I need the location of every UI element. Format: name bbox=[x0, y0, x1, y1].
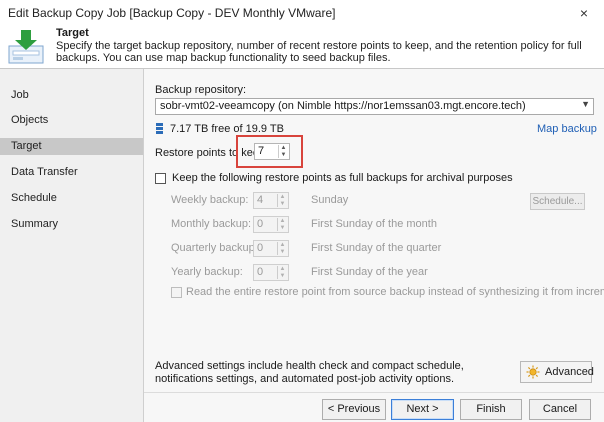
archival-checkbox[interactable] bbox=[155, 173, 166, 184]
quarterly-value: 0 bbox=[257, 242, 264, 254]
arrow-up-icon[interactable]: ▲ bbox=[279, 218, 286, 224]
quarterly-desc: First Sunday of the quarter bbox=[311, 242, 442, 254]
sun-gear-icon bbox=[526, 365, 540, 379]
wizard-header: Target Specify the target backup reposit… bbox=[0, 26, 604, 69]
page-title: Target bbox=[56, 27, 89, 39]
quarterly-label: Quarterly backup: bbox=[171, 242, 258, 254]
cancel-button[interactable]: Cancel bbox=[529, 399, 591, 420]
yearly-value: 0 bbox=[257, 266, 264, 278]
nav-item-target[interactable]: Target bbox=[0, 138, 143, 155]
next-button[interactable]: Next > bbox=[391, 399, 454, 420]
window-title: Edit Backup Copy Job [Backup Copy - DEV … bbox=[8, 6, 336, 20]
stepper-buttons: ▲ ▼ bbox=[277, 218, 287, 231]
monthly-value: 0 bbox=[257, 218, 264, 230]
stepper-buttons: ▲ ▼ bbox=[277, 266, 287, 279]
free-space-text: 7.17 TB free of 19.9 TB bbox=[170, 123, 284, 135]
arrow-down-icon[interactable]: ▼ bbox=[279, 273, 286, 279]
quarterly-stepper[interactable]: 0 ▲ ▼ bbox=[253, 240, 289, 257]
arrow-down-icon[interactable]: ▼ bbox=[279, 201, 286, 207]
arrow-up-icon[interactable]: ▲ bbox=[279, 242, 286, 248]
monthly-stepper[interactable]: 0 ▲ ▼ bbox=[253, 216, 289, 233]
arrow-up-icon[interactable]: ▲ bbox=[279, 266, 286, 272]
wizard-nav: Job Objects Target Data Transfer Schedul… bbox=[0, 69, 144, 422]
nav-item-objects[interactable]: Objects bbox=[0, 112, 143, 129]
advanced-button[interactable]: Advanced bbox=[520, 361, 594, 383]
stepper-buttons: ▲ ▼ bbox=[277, 242, 287, 255]
close-icon[interactable]: × bbox=[572, 4, 596, 22]
chevron-down-icon: ▼ bbox=[581, 99, 590, 109]
repo-label: Backup repository: bbox=[155, 84, 247, 96]
repo-value: sobr-vmt02-veeamcopy (on Nimble https://… bbox=[160, 100, 526, 112]
title-bar: Edit Backup Copy Job [Backup Copy - DEV … bbox=[0, 0, 604, 27]
nav-item-schedule[interactable]: Schedule bbox=[0, 190, 143, 207]
monthly-desc: First Sunday of the month bbox=[311, 218, 437, 230]
footer-divider bbox=[144, 392, 604, 393]
weekly-label: Weekly backup: bbox=[171, 194, 249, 206]
yearly-desc: First Sunday of the year bbox=[311, 266, 428, 278]
weekly-value: 4 bbox=[257, 194, 264, 206]
database-icon bbox=[156, 123, 163, 134]
arrow-down-icon[interactable]: ▼ bbox=[279, 225, 286, 231]
yearly-stepper[interactable]: 0 ▲ ▼ bbox=[253, 264, 289, 281]
nav-item-job[interactable]: Job bbox=[0, 87, 143, 104]
repo-select[interactable]: sobr-vmt02-veeamcopy (on Nimble https://… bbox=[155, 98, 594, 115]
advanced-label: Advanced bbox=[545, 366, 594, 378]
read-entire-checkbox[interactable] bbox=[171, 287, 182, 298]
highlight-box bbox=[236, 135, 303, 168]
monthly-label: Monthly backup: bbox=[171, 218, 252, 230]
previous-button[interactable]: < Previous bbox=[322, 399, 386, 420]
weekly-desc: Sunday bbox=[311, 194, 349, 206]
nav-item-summary[interactable]: Summary bbox=[0, 216, 143, 233]
schedule-button[interactable]: Schedule... bbox=[530, 193, 585, 210]
advanced-description: Advanced settings include health check a… bbox=[155, 360, 464, 385]
archival-label: Keep the following restore points as ful… bbox=[172, 172, 513, 184]
weekly-stepper[interactable]: 4 ▲ ▼ bbox=[253, 192, 289, 209]
arrow-up-icon[interactable]: ▲ bbox=[279, 194, 286, 200]
read-entire-label: Read the entire restore point from sourc… bbox=[186, 286, 604, 298]
arrow-down-icon[interactable]: ▼ bbox=[279, 249, 286, 255]
page-description: Specify the target backup repository, nu… bbox=[56, 40, 582, 64]
nav-item-data-transfer[interactable]: Data Transfer bbox=[0, 164, 143, 181]
stepper-buttons: ▲ ▼ bbox=[277, 194, 287, 207]
target-download-icon bbox=[8, 30, 44, 64]
map-backup-link[interactable]: Map backup bbox=[537, 123, 597, 135]
finish-button[interactable]: Finish bbox=[460, 399, 522, 420]
yearly-label: Yearly backup: bbox=[171, 266, 243, 278]
